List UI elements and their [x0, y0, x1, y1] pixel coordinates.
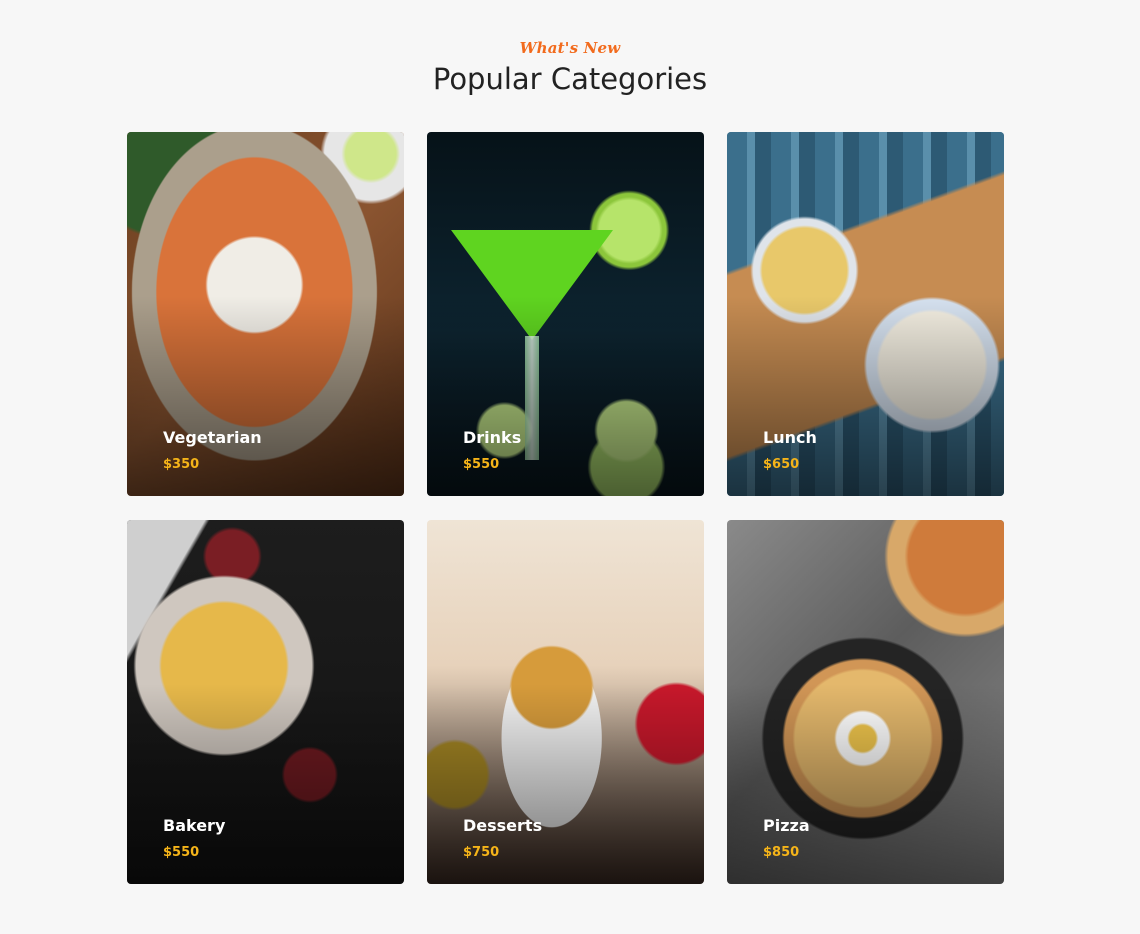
category-price: $550: [163, 845, 200, 860]
section-header: What's New Popular Categories: [0, 36, 1140, 98]
category-name: Vegetarian: [163, 428, 262, 447]
category-card-desserts[interactable]: Desserts $750: [427, 520, 704, 884]
category-price: $350: [163, 457, 200, 472]
category-price: $550: [463, 457, 500, 472]
category-name: Drinks: [463, 428, 522, 447]
category-card-bakery[interactable]: Bakery $550: [127, 520, 404, 884]
section-eyebrow: What's New: [519, 39, 621, 57]
category-name: Pizza: [763, 816, 810, 835]
category-name: Desserts: [463, 816, 543, 835]
category-card-pizza[interactable]: Pizza $850: [727, 520, 1004, 884]
category-name: Bakery: [163, 816, 226, 835]
category-card-lunch[interactable]: Lunch $650: [727, 132, 1004, 496]
category-price: $850: [763, 845, 800, 860]
category-card-drinks[interactable]: Drinks $550: [427, 132, 704, 496]
category-grid: Vegetarian $350 Drinks $550 Lunch $650 B…: [127, 132, 1004, 884]
category-price: $750: [463, 845, 500, 860]
category-price: $650: [763, 457, 800, 472]
category-name: Lunch: [763, 428, 817, 447]
section-title: Popular Categories: [432, 62, 708, 96]
category-card-vegetarian[interactable]: Vegetarian $350: [127, 132, 404, 496]
